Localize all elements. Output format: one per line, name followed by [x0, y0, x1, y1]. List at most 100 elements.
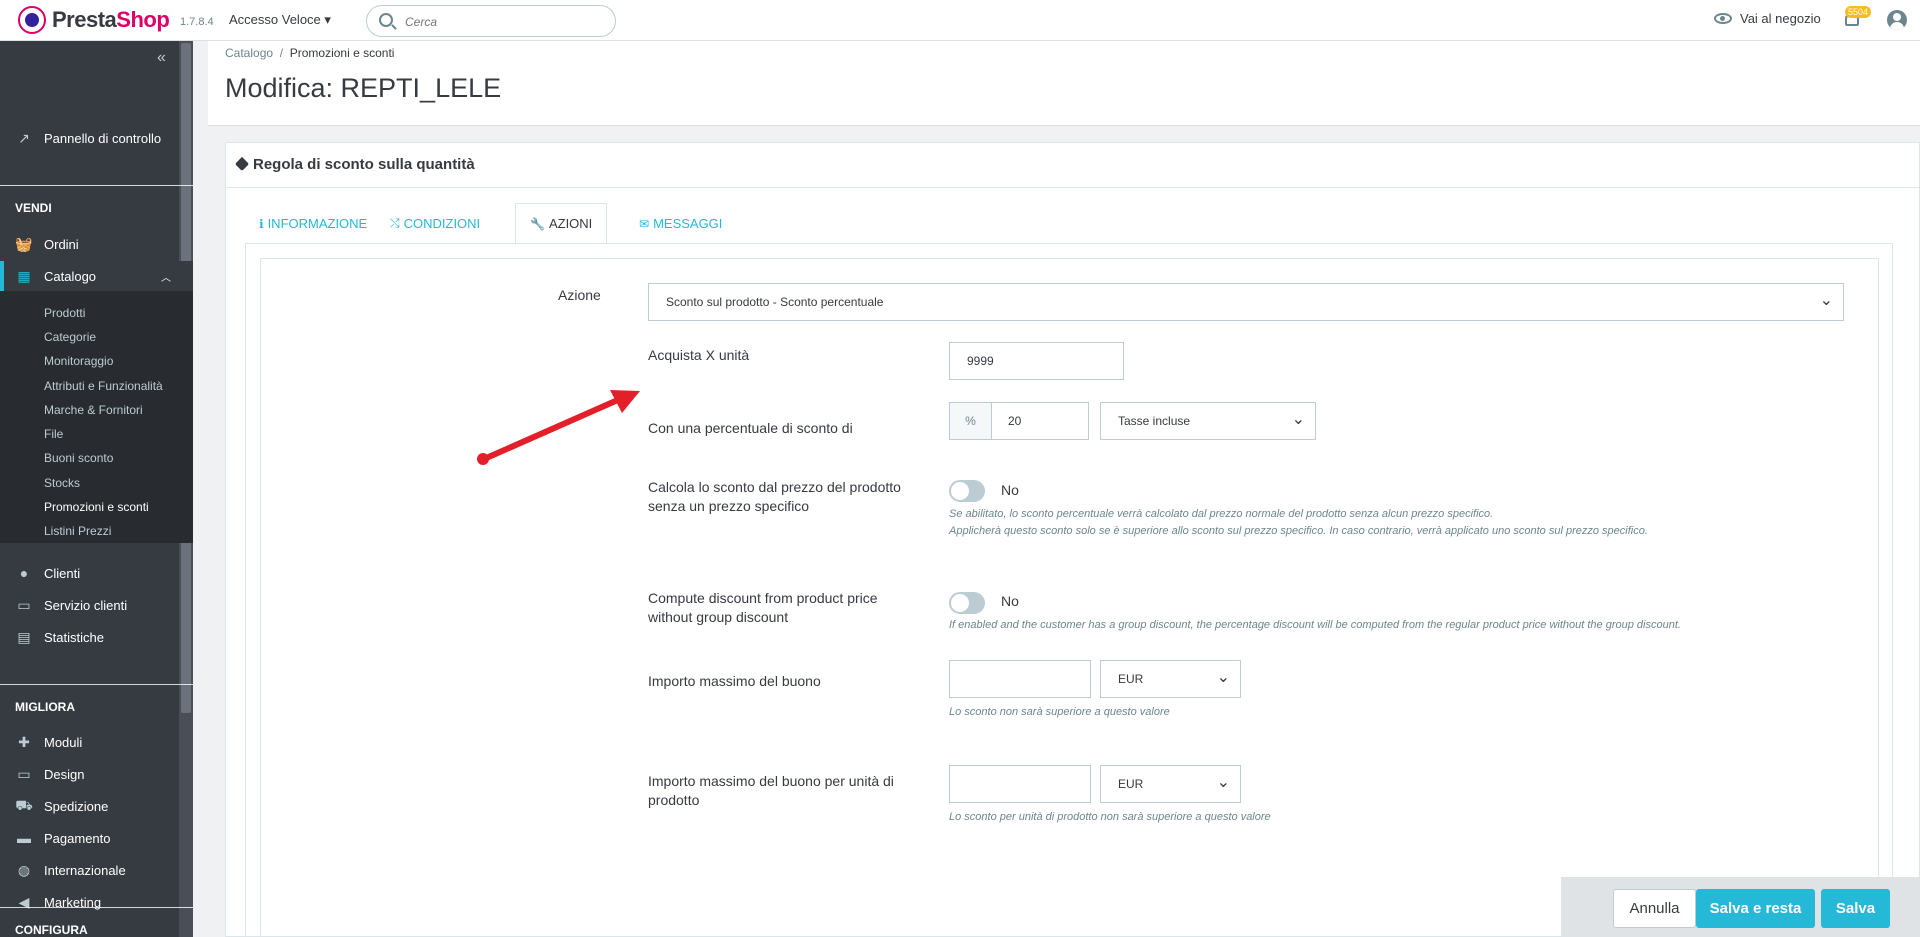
tab-information[interactable]: ℹ INFORMAZIONE [245, 203, 381, 244]
bar-chart-icon: ▤ [17, 628, 31, 645]
user-account-icon[interactable] [1887, 10, 1907, 30]
tab-conditions[interactable]: ⤭ CONDIZIONI [376, 203, 494, 244]
sidebar-item-statistics[interactable]: ▤ Statistiche [0, 622, 193, 652]
sidebar-item-marketing[interactable]: ◀ Marketing [0, 887, 193, 917]
max-amount-currency-select[interactable]: EUR [1100, 660, 1241, 698]
tax-select[interactable]: Tasse incluse [1100, 402, 1316, 440]
max-amount-per-unit-input[interactable] [949, 765, 1091, 803]
sidebar-item-label: Catalogo [44, 268, 97, 284]
sidebar-item-orders[interactable]: 🧺 Ordini [0, 229, 193, 259]
page-title: Modifica: REPTI_LELE [225, 73, 502, 103]
sidebar-item-design[interactable]: ▭ Design [0, 759, 193, 789]
save-and-stay-button[interactable]: Salva e resta [1696, 889, 1815, 928]
breadcrumb-separator: / [279, 46, 284, 60]
chat-icon: ▭ [17, 596, 31, 613]
quick-access-dropdown[interactable]: Accesso Veloce ▾ [229, 12, 331, 28]
prestashop-logo[interactable]: PrestaShop [18, 6, 170, 34]
calc-without-specific-price-switch[interactable] [949, 480, 985, 502]
max-amount-help: Lo sconto non sarà superiore a questo va… [949, 706, 1170, 718]
monitor-icon: ▭ [17, 765, 31, 782]
search-icon [379, 13, 393, 27]
panel-title: Regola di sconto sulla quantità [234, 156, 475, 173]
credit-card-icon: ▬ [17, 830, 31, 846]
submenu-item-stocks[interactable]: Stocks [44, 476, 80, 490]
sidebar-item-label: Servizio clienti [44, 597, 128, 613]
globe-icon: ◍ [17, 861, 31, 878]
view-shop-label: Vai al negozio [1740, 11, 1821, 26]
sidebar-divider [0, 684, 193, 685]
calc-without-specific-price-label: Calcola lo sconto dal prezzo del prodott… [648, 479, 901, 514]
max-amount-label: Importo massimo del buono [648, 673, 821, 689]
submenu-item-brands[interactable]: Marche & Fornitori [44, 403, 143, 417]
sidebar-item-label: Moduli [44, 734, 83, 750]
eye-icon [1714, 13, 1732, 24]
submenu-item-files[interactable]: File [44, 427, 63, 441]
sidebar-nav: « ↗ Pannello di controllo VENDI 🧺 Ordini… [0, 41, 193, 937]
sidebar-item-label: Internazionale [44, 862, 126, 878]
max-amount-input[interactable] [949, 660, 1091, 698]
action-label: Azione [558, 287, 601, 303]
tab-actions[interactable]: 🔧 AZIONI [515, 203, 608, 244]
sidebar-divider [0, 907, 193, 908]
submenu-item-attributes[interactable]: Attributi e Funzionalità [44, 379, 163, 393]
version-label: 1.7.8.4 [180, 16, 214, 28]
action-select[interactable]: Sconto sul prodotto - Sconto percentuale [648, 283, 1844, 321]
switch-state-label: No [1001, 593, 1019, 609]
cancel-button[interactable]: Annulla [1613, 889, 1696, 928]
envelope-icon: ✉ [639, 216, 650, 231]
submenu-item-cart-rules[interactable]: Promozioni e sconti [44, 500, 149, 514]
sidebar-item-payment[interactable]: ▬ Pagamento [0, 823, 193, 853]
sidebar-item-customer-service[interactable]: ▭ Servizio clienti [0, 590, 193, 620]
info-icon: ℹ [259, 216, 264, 231]
form-footer: Annulla Salva e resta Salva [1561, 877, 1920, 937]
breadcrumb-catalog-link[interactable]: Catalogo [225, 46, 273, 60]
sidebar-item-label: Ordini [44, 236, 79, 252]
group-discount-help: If enabled and the customer has a group … [949, 619, 1681, 631]
sidebar-section-configure: CONFIGURA [15, 923, 88, 937]
group-discount-switch[interactable] [949, 592, 985, 614]
collapse-sidebar-icon[interactable]: « [157, 49, 166, 67]
sidebar-section-improve: MIGLIORA [15, 700, 75, 714]
breadcrumb-current: Promozioni e sconti [289, 46, 395, 60]
top-header: PrestaShop 1.7.8.4 Accesso Veloce ▾ Vai … [0, 0, 1920, 41]
max-amount-per-unit-currency-select[interactable]: EUR [1100, 765, 1241, 803]
discount-percent-label: Con una percentuale di sconto di [648, 420, 853, 436]
submenu-item-categories[interactable]: Categorie [44, 330, 96, 344]
sidebar-divider [0, 185, 193, 186]
submenu-item-products[interactable]: Prodotti [44, 306, 85, 320]
cart-rule-panel: Regola di sconto sulla quantità ℹ INFORMA… [225, 142, 1920, 937]
buy-x-units-input[interactable]: 9999 [949, 342, 1124, 380]
tab-messages[interactable]: ✉ MESSAGGI [625, 203, 736, 244]
brand-name-part2: Shop [116, 7, 170, 32]
sidebar-item-shipping[interactable]: ⛟ Spedizione [0, 791, 193, 821]
buy-x-units-label: Acquista X unità [648, 347, 750, 363]
calc-help-text: Se abilitato, lo sconto percentuale verr… [949, 508, 1648, 537]
catalog-submenu: Prodotti Categorie Monitoraggio Attribut… [0, 291, 193, 543]
discount-percent-input[interactable]: 20 [991, 402, 1089, 440]
sidebar-item-international[interactable]: ◍ Internazionale [0, 855, 193, 885]
tag-icon [234, 156, 250, 172]
max-amount-per-unit-help: Lo sconto per unità di prodotto non sarà… [949, 811, 1271, 823]
wrench-icon: 🔧 [530, 216, 545, 231]
notifications-badge: 5504 [1845, 6, 1872, 18]
sidebar-item-customers[interactable]: ● Clienti [0, 558, 193, 588]
brand-name-part1: Presta [52, 7, 117, 32]
save-button[interactable]: Salva [1821, 889, 1890, 928]
page-header: Catalogo / Promozioni e sconti Modifica:… [208, 41, 1920, 126]
max-amount-per-unit-label: Importo massimo del buono per unità di p… [648, 773, 894, 808]
search-input[interactable] [405, 12, 605, 32]
submenu-item-price-lists[interactable]: Listini Prezzi [44, 524, 111, 538]
sidebar-item-modules[interactable]: ✚ Moduli [0, 727, 193, 757]
sidebar-item-label: Pagamento [44, 830, 111, 846]
sidebar-item-label: Design [44, 766, 85, 782]
submenu-item-monitoring[interactable]: Monitoraggio [44, 354, 113, 368]
actions-form: Azione Sconto sul prodotto - Sconto perc… [260, 258, 1879, 937]
sidebar-item-catalog[interactable]: ▦ Catalogo ︿ [0, 261, 193, 291]
sidebar-item-label: Statistiche [44, 629, 104, 645]
search-box[interactable] [366, 5, 616, 37]
sidebar-item-dashboard[interactable]: ↗ Pannello di controllo [0, 123, 193, 153]
red-annotation-arrow [477, 390, 640, 465]
view-shop-link[interactable]: Vai al negozio [1714, 11, 1821, 26]
puffin-logo-icon [18, 6, 46, 34]
submenu-item-vouchers[interactable]: Buoni sconto [44, 451, 113, 465]
